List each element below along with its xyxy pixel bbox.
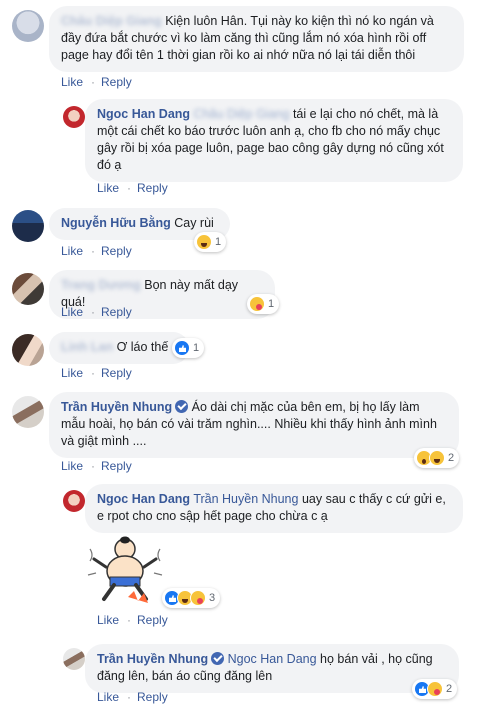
reaction-summary[interactable]: 1 bbox=[172, 338, 205, 358]
reply-link[interactable]: Reply bbox=[101, 459, 132, 473]
comment-bubble: Ngoc Han Dang Trần Huyền Nhung uay sau c… bbox=[85, 484, 463, 533]
like-link[interactable]: Like bbox=[61, 459, 83, 473]
comment-author[interactable]: Ngoc Han Dang bbox=[97, 107, 190, 121]
like-link[interactable]: Like bbox=[61, 366, 83, 380]
reply-link[interactable]: Reply bbox=[137, 613, 168, 627]
reply-link[interactable]: Reply bbox=[101, 75, 132, 89]
reaction-summary[interactable]: 1 bbox=[194, 232, 227, 252]
like-link[interactable]: Like bbox=[97, 181, 119, 195]
reply-link[interactable]: Reply bbox=[101, 305, 132, 319]
reply-link[interactable]: Reply bbox=[101, 244, 132, 258]
comment-author[interactable]: Linh Lan bbox=[61, 340, 113, 354]
care-icon bbox=[249, 296, 265, 312]
like-link[interactable]: Like bbox=[61, 244, 83, 258]
comment-actions: Like · Reply bbox=[61, 305, 132, 319]
comment-actions: Like · Reply bbox=[61, 459, 132, 473]
comment-actions: Like · Reply bbox=[97, 181, 168, 195]
haha-icon bbox=[429, 450, 445, 466]
comment-actions: Like · Reply bbox=[97, 613, 168, 627]
care-icon bbox=[190, 590, 206, 606]
comment-actions: Like · Reply bbox=[61, 244, 132, 258]
comment-bubble: Ngoc Han Dang Châu Diệp Giang tái e lại … bbox=[85, 99, 463, 182]
avatar[interactable] bbox=[12, 396, 44, 428]
mention-tag[interactable]: Ngoc Han Dang bbox=[228, 652, 317, 666]
reply-link[interactable]: Reply bbox=[137, 690, 168, 704]
avatar[interactable] bbox=[12, 10, 44, 42]
avatar[interactable] bbox=[63, 106, 85, 128]
comment-author[interactable]: Trần Huyền Nhung bbox=[97, 652, 208, 666]
comment-author[interactable]: Châu Diệp Giang bbox=[61, 14, 162, 28]
care-icon bbox=[427, 681, 443, 697]
comment-text: Ơ láo thế bbox=[116, 340, 169, 354]
comment-actions: Like · Reply bbox=[97, 690, 168, 704]
comment-author[interactable]: Trần Huyền Nhung bbox=[61, 400, 172, 414]
reply-link[interactable]: Reply bbox=[137, 181, 168, 195]
like-link[interactable]: Like bbox=[97, 690, 119, 704]
avatar[interactable] bbox=[63, 490, 85, 512]
comment-bubble: Trần Huyền Nhung Áo dài chị mặc của bên … bbox=[49, 392, 459, 458]
haha-icon bbox=[196, 234, 212, 250]
mention-tag[interactable]: Trần Huyền Nhung bbox=[193, 492, 298, 506]
like-link[interactable]: Like bbox=[61, 75, 83, 89]
comment-author[interactable]: Nguyễn Hữu Bằng bbox=[61, 216, 171, 230]
avatar[interactable] bbox=[12, 210, 44, 242]
comment-actions: Like · Reply bbox=[61, 75, 132, 89]
mention-tag[interactable]: Châu Diệp Giang bbox=[194, 107, 290, 121]
comment-bubble: Châu Diệp Giang Kiện luôn Hân. Tụi này k… bbox=[49, 6, 464, 72]
avatar[interactable] bbox=[63, 648, 85, 670]
avatar[interactable] bbox=[12, 334, 44, 366]
reaction-summary[interactable]: 2 bbox=[414, 448, 460, 468]
reaction-summary[interactable]: 3 bbox=[162, 588, 221, 608]
reply-link[interactable]: Reply bbox=[101, 366, 132, 380]
comment-author[interactable]: Trang Dương bbox=[61, 278, 141, 292]
verified-badge-icon bbox=[211, 652, 225, 665]
comment-author[interactable]: Ngoc Han Dang bbox=[97, 492, 190, 506]
like-link[interactable]: Like bbox=[97, 613, 119, 627]
like-link[interactable]: Like bbox=[61, 305, 83, 319]
verified-badge-icon bbox=[175, 400, 189, 413]
reaction-summary[interactable]: 2 bbox=[412, 679, 458, 699]
comment-bubble: Linh Lan Ơ láo thế bbox=[49, 332, 189, 364]
comment-text: Cay rùi bbox=[174, 216, 214, 230]
like-icon bbox=[174, 340, 190, 356]
comment-actions: Like · Reply bbox=[61, 366, 132, 380]
comment-bubble: Trần Huyền Nhung Ngoc Han Dang họ bán vả… bbox=[85, 644, 459, 693]
avatar[interactable] bbox=[12, 273, 44, 305]
reaction-summary[interactable]: 1 bbox=[247, 294, 280, 314]
sumo-sticker-icon[interactable] bbox=[86, 535, 164, 610]
